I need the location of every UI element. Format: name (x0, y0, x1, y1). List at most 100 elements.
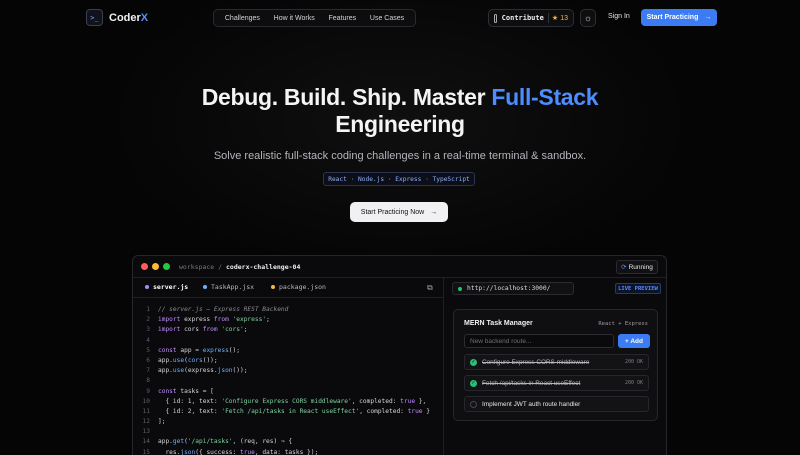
sun-icon: ☼ (583, 13, 593, 23)
logo-text: CoderX (109, 12, 148, 24)
code-text: import cors from 'cors'; (158, 326, 248, 334)
nav-link-how-it-works[interactable]: How it Works (274, 15, 315, 22)
circle-icon[interactable] (470, 400, 477, 408)
code-line: 3 import cors from 'cors'; (133, 325, 444, 335)
nav-link-use-cases[interactable]: Use Cases (370, 15, 404, 22)
task-manager-app: MERN Task Manager React + Express + Add … (453, 309, 658, 421)
line-number: 4 (146, 336, 150, 344)
code-text: const tasks = [ (158, 387, 214, 395)
refresh-icon: ⟳ (621, 264, 627, 271)
tab-label: server.js (153, 283, 189, 291)
code-text: res.json({ success: true, data: tasks })… (158, 448, 319, 455)
code-line: 4 (133, 336, 444, 346)
workspace-titlebar: workspace / coderx-challenge-04 ⟳ Runnin… (133, 256, 666, 278)
star-count: 13 (560, 14, 568, 22)
running-status-badge: ⟳ Running (616, 260, 658, 274)
workspace-window: workspace / coderx-challenge-04 ⟳ Runnin… (132, 255, 667, 455)
line-number: 8 (146, 377, 150, 385)
file-dot-icon (203, 285, 207, 289)
tab-server-js[interactable]: server.js (145, 283, 188, 291)
file-dot-icon (271, 285, 275, 289)
add-route-button[interactable]: + Add (618, 334, 650, 348)
code-text: app.use(express.json()); (158, 367, 248, 375)
line-number: 1 (146, 306, 150, 313)
app-title: MERN Task Manager (464, 320, 533, 327)
copy-icon[interactable]: ⧉ (427, 283, 433, 293)
start-practicing-now-label: Start Practicing Now (360, 208, 425, 216)
tab-label: package.json (279, 283, 326, 291)
code-text: app.use(cors()); (158, 356, 218, 364)
app-stack-label: React + Express (598, 321, 648, 327)
code-line: 12]; (133, 417, 444, 427)
breadcrumb-root: workspace (179, 263, 215, 271)
hero-title: Debug. Build. Ship. Master Full-Stack En… (0, 84, 800, 138)
line-number: 2 (146, 316, 150, 324)
code-line: 6 app.use(cors()); (133, 356, 444, 366)
start-practicing-label: Start Practicing (646, 14, 699, 21)
status-dot-icon (458, 286, 462, 291)
file-dot-icon (145, 285, 149, 289)
code-text: { id: 2, text: 'Fetch /api/tasks in Reac… (158, 407, 430, 415)
contribute-label: Contribute (501, 14, 544, 22)
nav-link-features[interactable]: Features (329, 15, 357, 22)
task-text: Fetch /api/tasks in React useEffect (482, 379, 581, 387)
line-number: 5 (146, 346, 150, 354)
check-circle-icon[interactable]: ✓ (470, 358, 477, 366)
task-text: Configure Express CORS middleware (482, 358, 590, 366)
line-number: 11 (142, 407, 150, 415)
code-body[interactable]: 1 // server.js — Express REST Backend 2 imp… (133, 305, 444, 455)
code-line: 1 // server.js — Express REST Backend (133, 305, 444, 315)
top-nav: >_ CoderX Challenges How it Works Featur… (0, 0, 800, 36)
tab-label: TaskApp.jsx (211, 283, 255, 291)
window-maximize-dot[interactable] (163, 263, 170, 270)
task-status: 200 OK (624, 380, 643, 386)
arrow-right-icon: → (430, 208, 438, 216)
editor-tabs: server.js TaskApp.jsx package.json ⧉ (133, 278, 444, 298)
new-route-input[interactable] (464, 334, 614, 348)
code-text: const app = express(); (158, 346, 240, 354)
logo[interactable]: >_ CoderX (86, 9, 148, 26)
code-line: 10 { id: 1, text: 'Configure Express COR… (133, 397, 444, 407)
code-text: { id: 1, text: 'Configure Express CORS m… (158, 397, 427, 405)
code-line: 11 { id: 2, text: 'Fetch /api/tasks in R… (133, 407, 444, 417)
breadcrumb: workspace / coderx-challenge-04 (179, 263, 300, 271)
live-preview-badge: LIVE PREVIEW (615, 283, 661, 294)
code-line: 5 const app = express(); (133, 346, 444, 356)
line-number: 6 (146, 356, 150, 364)
hero-title-line2: Engineering (335, 111, 465, 137)
code-line: 15 res.json({ success: true, data: tasks… (133, 448, 444, 455)
window-close-dot[interactable] (141, 263, 148, 270)
task-item[interactable]: ✓ Configure Express CORS middleware 200 OK (464, 354, 649, 370)
contribute-button[interactable]: Contribute ★ 13 (488, 9, 574, 27)
running-status-label: Running (628, 263, 653, 271)
code-text: // server.js — Express REST Backend (158, 306, 289, 313)
logo-text-accent: X (140, 11, 149, 24)
line-number: 7 (146, 367, 150, 375)
check-circle-icon[interactable]: ✓ (470, 379, 477, 387)
code-text: import express from 'express'; (158, 316, 270, 324)
preview-url: http://localhost:3000/ (467, 285, 551, 292)
tab-taskapp-jsx[interactable]: TaskApp.jsx (203, 283, 254, 291)
code-line: 9 const tasks = [ (133, 387, 444, 397)
code-line: 2 import express from 'express'; (133, 315, 444, 325)
terminal-icon: >_ (86, 9, 103, 26)
code-line: 7 app.use(express.json()); (133, 366, 444, 376)
nav-link-challenges[interactable]: Challenges (225, 15, 260, 22)
code-text: ]; (158, 418, 166, 426)
start-practicing-button[interactable]: Start Practicing → (641, 9, 717, 26)
task-item[interactable]: Implement JWT auth route handler (464, 396, 649, 412)
sign-in-link[interactable]: Sign In (608, 13, 630, 20)
task-status: 200 OK (624, 359, 643, 365)
code-line: 13 (133, 427, 444, 437)
code-line: 14 app.get('/api/tasks', (req, res) ⇒ { (133, 437, 444, 447)
tech-stack-badge: React · Node.js · Express · TypeScript (323, 172, 475, 186)
window-minimize-dot[interactable] (152, 263, 159, 270)
line-number: 3 (146, 326, 150, 334)
theme-toggle-button[interactable]: ☼ (580, 9, 596, 27)
preview-url-bar[interactable]: http://localhost:3000/ (452, 282, 574, 295)
task-item[interactable]: ✓ Fetch /api/tasks in React useEffect 200 … (464, 375, 649, 391)
start-practicing-now-button[interactable]: Start Practicing Now → (350, 202, 448, 222)
line-number: 10 (142, 397, 150, 405)
tab-package-json[interactable]: package.json (271, 283, 326, 291)
code-editor: server.js TaskApp.jsx package.json ⧉ 1 //… (133, 278, 444, 455)
